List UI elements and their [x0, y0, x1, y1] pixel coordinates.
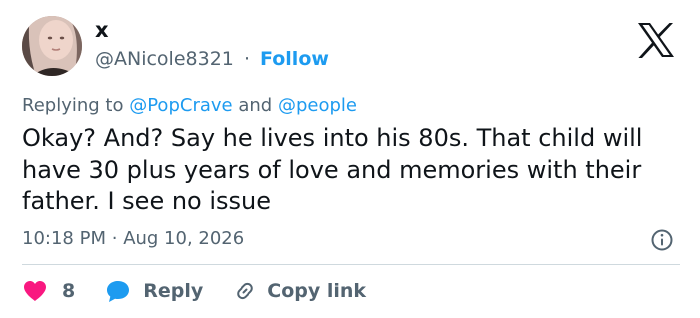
- tweet-date[interactable]: Aug 10, 2026: [123, 228, 244, 249]
- heart-icon: [24, 281, 46, 301]
- separator-dot: ·: [243, 48, 250, 70]
- reply-label: Reply: [143, 280, 204, 302]
- like-button[interactable]: 8: [22, 279, 75, 303]
- divider: [22, 264, 680, 265]
- tweet-time[interactable]: 10:18 PM: [22, 228, 106, 249]
- copy-link-button[interactable]: Copy link: [233, 279, 366, 303]
- copy-link-label: Copy link: [267, 280, 367, 302]
- follow-button[interactable]: Follow: [260, 48, 329, 70]
- reply-context: Replying to @PopCrave and @people: [22, 95, 357, 116]
- user-handle[interactable]: @ANicole8321: [95, 48, 234, 70]
- display-name[interactable]: x: [95, 18, 109, 42]
- timestamp[interactable]: 10:18 PM · Aug 10, 2026: [22, 228, 244, 249]
- reply-prefix: Replying to: [22, 95, 124, 116]
- speech-bubble-icon: [107, 281, 130, 302]
- mention-people[interactable]: @people: [278, 95, 357, 116]
- timestamp-separator: ·: [111, 228, 118, 249]
- handle-row: @ANicole8321 · Follow: [95, 48, 329, 70]
- avatar-image: [22, 16, 82, 76]
- avatar[interactable]: [22, 16, 82, 76]
- tweet-text: Okay? And? Say he lives into his 80s. Th…: [22, 124, 643, 215]
- action-bar: 8 Reply Copy link: [22, 277, 366, 305]
- mention-popcrave[interactable]: @PopCrave: [129, 95, 232, 116]
- like-count: 8: [62, 280, 76, 302]
- x-logo-icon[interactable]: [636, 22, 676, 58]
- info-icon[interactable]: [650, 228, 674, 252]
- reply-conjunction: and: [238, 95, 273, 116]
- link-icon: [237, 282, 254, 300]
- reply-button[interactable]: Reply: [105, 279, 203, 303]
